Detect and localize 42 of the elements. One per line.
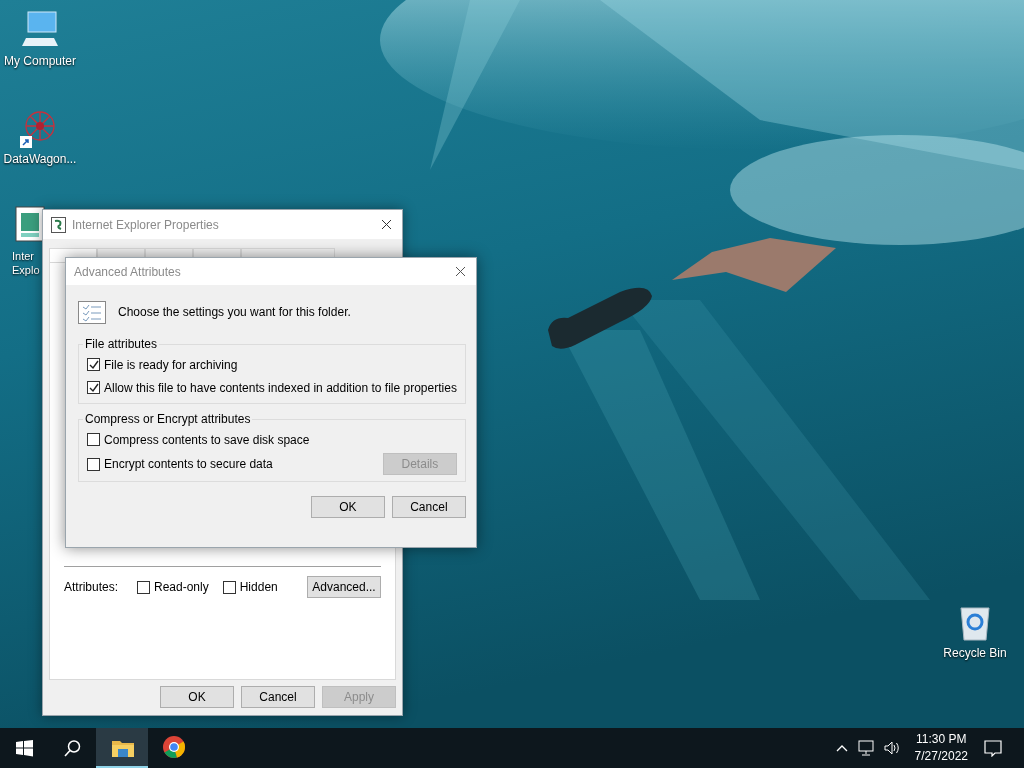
clock-date: 7/27/2022 — [914, 748, 968, 765]
notification-icon[interactable] — [984, 739, 1002, 757]
network-icon[interactable] — [857, 740, 874, 756]
checkbox-label[interactable]: Encrypt contents to secure data — [104, 457, 273, 471]
icon-label[interactable]: Inter Explo — [12, 249, 40, 277]
app-icon — [51, 216, 66, 233]
browser-icon — [162, 735, 186, 759]
speaker-icon[interactable] — [883, 740, 901, 756]
checkbox[interactable] — [222, 580, 236, 594]
checkbox-label[interactable]: File is ready for archiving — [104, 357, 238, 372]
button[interactable]: OK — [310, 496, 385, 518]
checkbox-label[interactable]: Hidden — [239, 580, 278, 594]
taskbar-app-button[interactable] — [96, 728, 148, 768]
checkbox-label[interactable]: Read-only — [154, 580, 209, 594]
icon-label[interactable]: My Computer — [4, 54, 76, 68]
advanced-button[interactable]: Advanced... — [307, 576, 381, 598]
checklist-icon — [78, 300, 106, 324]
button[interactable]: OK — [160, 686, 234, 708]
instruction-text: Choose the settings you want for this folder. — [118, 305, 351, 319]
icon-label[interactable]: DataWagon... — [3, 152, 77, 166]
clock[interactable]: 11:30 PM 7/27/2022 — [914, 731, 968, 765]
checkbox-label[interactable]: Compress contents to save disk space — [104, 432, 310, 447]
close-icon[interactable] — [381, 219, 392, 230]
icon-label[interactable]: Recycle Bin — [943, 646, 1007, 660]
checkbox[interactable] — [137, 580, 150, 594]
button[interactable]: Cancel — [391, 496, 466, 518]
window-title: Internet Explorer Properties — [72, 217, 220, 232]
checkbox[interactable] — [87, 457, 100, 471]
close-icon[interactable] — [454, 266, 466, 277]
group-title: File attributes — [84, 337, 159, 351]
checkbox[interactable] — [87, 381, 100, 394]
windows-logo-icon — [15, 739, 33, 757]
checkbox[interactable] — [87, 433, 100, 446]
search-icon — [63, 739, 81, 757]
group-title: Compress or Encrypt attributes — [84, 412, 252, 426]
checkbox-label[interactable]: Allow this file to have contents indexed in addition to file properties — [104, 380, 457, 395]
clock-time: 11:30 PM — [916, 731, 967, 748]
field-label: Attributes: — [64, 580, 120, 594]
chevron-up-icon[interactable] — [835, 743, 848, 753]
checkbox[interactable] — [87, 358, 100, 371]
window-title: Advanced Attributes — [74, 264, 182, 279]
button[interactable]: Cancel — [241, 686, 315, 708]
